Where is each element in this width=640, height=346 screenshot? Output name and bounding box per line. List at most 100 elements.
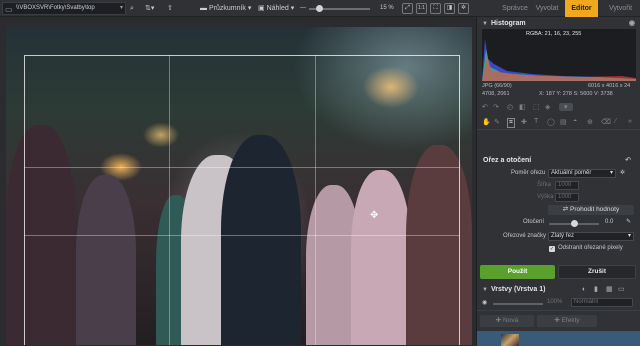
- divider: [477, 310, 640, 311]
- sort-icon[interactable]: ⇅▾: [145, 2, 154, 15]
- tab-manager[interactable]: Správce: [500, 0, 530, 17]
- rgba-readout: RGBA: 21, 16, 23, 255: [526, 31, 582, 37]
- explorer-icon: ▬: [200, 5, 209, 12]
- redo-icon[interactable]: ↷: [493, 103, 499, 111]
- opacity-value: 100%: [547, 299, 563, 305]
- heal-tool-icon[interactable]: ✚: [521, 118, 527, 126]
- chevron-down-icon[interactable]: ▾: [120, 3, 123, 14]
- layer-settings-icon[interactable]: ▭: [618, 284, 625, 296]
- histogram-red: [482, 57, 636, 81]
- histogram-title: Histogram: [491, 20, 526, 27]
- delete-layer-icon[interactable]: ▮: [594, 284, 598, 296]
- blend-mode-select[interactable]: Normální: [571, 298, 633, 307]
- crop-frame[interactable]: [24, 55, 460, 345]
- height-field[interactable]: 1000: [555, 193, 579, 202]
- new-layer-label: Nová: [503, 317, 519, 324]
- ratio-value: Aktuální poměr: [551, 170, 592, 176]
- settings-icon[interactable]: ✲: [458, 3, 469, 14]
- picker-tool-icon[interactable]: ⁄: [615, 118, 616, 125]
- swap-icon: ⇄: [562, 206, 571, 213]
- exif-info: X: 187 Y: 278 S: 5600 V: 3738: [539, 91, 613, 97]
- path-input[interactable]: ▭ \\VBOXSVR\Fotky\Svatby\top ▾: [2, 2, 126, 15]
- layer-mask-icon[interactable]: ◐: [582, 284, 586, 296]
- new-layer-button[interactable]: ✚ Nová: [480, 315, 534, 327]
- image-icon: ▣: [258, 5, 267, 12]
- rotate-slider-handle[interactable]: [571, 220, 578, 227]
- histogram-graph: RGBA: 21, 16, 23, 255: [482, 29, 636, 81]
- settings-icon[interactable]: ✲: [620, 169, 625, 176]
- tab-develop[interactable]: Vyvolat: [531, 0, 563, 17]
- chevron-down-icon: ▾: [609, 170, 613, 176]
- tools-bar: ✋ ✎ ⌗ ✚ T ◯ ▤ ◓ ⊕ ⌫ ⁄ »: [477, 118, 640, 130]
- cancel-button[interactable]: Zrušit: [558, 265, 636, 279]
- layers-header[interactable]: ▼ Vrstvy (Vrstva 1) ◐ ▮ ▦ ▭: [477, 284, 640, 296]
- crop-title: Ořez a otočení: [483, 157, 532, 164]
- explorer-button[interactable]: ▬ Průzkumník ▾: [200, 2, 251, 15]
- wedding-photo: ✥: [6, 27, 472, 345]
- history-icon[interactable]: ◴: [507, 103, 513, 111]
- fit-icon[interactable]: ⤢: [402, 3, 413, 14]
- layers-title: Vrstvy (Vrstva 1): [491, 286, 546, 293]
- right-panel: ▼ Histogram ◉ RGBA: 21, 16, 23, 255 JPG (6…: [476, 17, 640, 346]
- effects-button[interactable]: ✚ Efekty: [537, 315, 597, 327]
- marks-label: Ořezové značky: [503, 233, 547, 239]
- gradient-tool-icon[interactable]: ▤: [560, 118, 567, 126]
- image-size: 6016 x 4016 x 24: [588, 83, 631, 89]
- add-icon: ✚: [554, 317, 562, 324]
- compare-icon[interactable]: ◧: [519, 103, 526, 111]
- height-label: Výška: [537, 194, 554, 200]
- collapse-icon[interactable]: ▼: [482, 284, 488, 296]
- cursor-coords: 4708, 2061: [482, 91, 510, 97]
- app-window: ▭ \\VBOXSVR\Fotky\Svatby\top ▾ ⌕ ⇅▾ ⇧ ▬ …: [0, 0, 640, 346]
- eraser-tool-icon[interactable]: ⌫: [601, 118, 611, 126]
- straighten-icon[interactable]: ✎: [626, 218, 631, 225]
- mask-icon[interactable]: ◈: [545, 103, 550, 111]
- rotate-value: 0.0: [605, 219, 614, 225]
- text-tool-icon[interactable]: T: [534, 118, 538, 125]
- marks-value: Zlatý řez: [551, 233, 575, 239]
- ratio-select[interactable]: Aktuální poměr ▾: [548, 169, 616, 178]
- rotate-label: Otočení: [523, 219, 545, 225]
- explorer-label: Průzkumník: [208, 5, 246, 12]
- undo-icon[interactable]: ↶: [482, 103, 488, 111]
- shape-tool-icon[interactable]: ◯: [547, 118, 555, 126]
- top-toolbar: ▭ \\VBOXSVR\Fotky\Svatby\top ▾ ⌕ ⇅▾ ⇧ ▬ …: [0, 0, 640, 17]
- remove-pixels-checkbox[interactable]: ✓: [549, 246, 555, 252]
- swap-label: Prohodit hodnoty: [570, 206, 620, 213]
- chevron-down-icon: ▾: [627, 233, 631, 239]
- more-tools-icon[interactable]: »: [628, 118, 632, 125]
- clone-tool-icon[interactable]: ⊕: [587, 118, 593, 126]
- swap-values-button[interactable]: ⇄ Prohodit hodnoty: [548, 205, 634, 215]
- tab-editor[interactable]: Editor: [565, 0, 598, 17]
- path-text: \\VBOXSVR\Fotky\Svatby\top: [16, 5, 95, 11]
- select-icon[interactable]: ⬚: [533, 103, 540, 111]
- brush-tool-icon[interactable]: ✎: [494, 118, 500, 126]
- fill-tool-icon[interactable]: ◓: [573, 118, 577, 125]
- crop-section-header: Ořez a otočení ↶: [477, 155, 640, 167]
- visibility-icon[interactable]: ◉: [482, 299, 487, 306]
- merge-icon[interactable]: ▦: [606, 284, 613, 296]
- fullscreen-icon[interactable]: ⛶: [430, 3, 441, 14]
- reset-icon[interactable]: ↶: [625, 155, 631, 167]
- apply-button[interactable]: Použít: [480, 265, 555, 279]
- zoom-out-icon[interactable]: —: [300, 2, 306, 15]
- width-field[interactable]: 1000: [555, 181, 579, 190]
- up-folder-icon[interactable]: ⇧: [167, 2, 173, 15]
- zoom-slider-handle[interactable]: [316, 5, 323, 12]
- hand-tool-icon[interactable]: ✋: [482, 118, 491, 126]
- search-icon[interactable]: ⌕: [130, 2, 134, 15]
- opacity-slider[interactable]: [493, 303, 543, 305]
- marks-select[interactable]: Zlatý řez ▾: [548, 232, 634, 241]
- preview-button[interactable]: ▣ Náhled ▾: [258, 2, 294, 15]
- folder-icon: ▭: [5, 5, 13, 14]
- effects-label: Efekty: [561, 317, 580, 324]
- crop-tool-icon[interactable]: ⌗: [507, 118, 515, 128]
- zoom-value: 15 %: [380, 5, 394, 11]
- layer-row[interactable]: [477, 331, 640, 346]
- compare-icon[interactable]: ◨: [444, 3, 455, 14]
- actual-size-icon[interactable]: 1:1: [416, 3, 427, 14]
- tab-create[interactable]: Vytvořit: [601, 0, 640, 17]
- save-button[interactable]: ▾: [559, 103, 573, 111]
- image-canvas[interactable]: ✥: [0, 17, 476, 346]
- remove-pixels-label: Odstranit ořezané pixely: [558, 245, 623, 251]
